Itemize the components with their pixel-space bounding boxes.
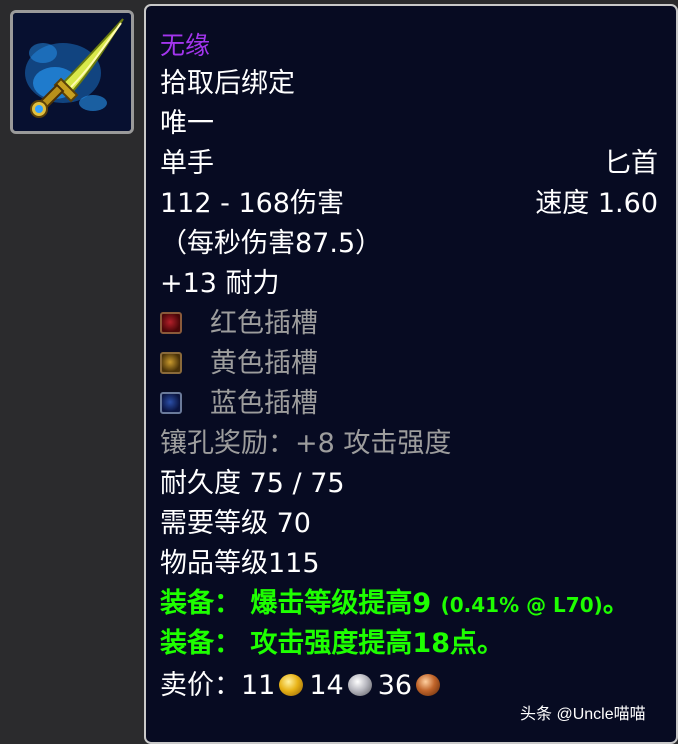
sell-silver-value: 14 <box>309 670 344 701</box>
equip-effect-ap: 装备： 攻击强度提高18点。 <box>160 624 658 664</box>
damage-text: 112 - 168伤害 <box>160 188 344 219</box>
binding-text: 拾取后绑定 <box>160 68 295 99</box>
equip1-end: 。 <box>602 588 630 619</box>
durability-text: 耐久度 75 / 75 <box>160 468 345 499</box>
stamina-text: +13 耐力 <box>160 268 280 299</box>
dps-text: （每秒伤害87.5） <box>160 228 383 259</box>
item-tooltip: 无缘 拾取后绑定 唯一 单手 匕首 112 - 168伤害 速度 1.60 （每… <box>144 4 678 744</box>
equip1-detail: (0.41% @ L70) <box>440 593 603 617</box>
copper-coin-icon <box>416 673 441 696</box>
sell-gold-value: 11 <box>241 670 276 701</box>
item-level-text: 物品等级115 <box>160 548 320 579</box>
equip1-prefix: 装备： <box>160 588 241 619</box>
red-socket-icon <box>160 311 182 334</box>
gold-coin-icon <box>279 673 304 696</box>
watermark: 头条 @Uncle喵喵 <box>520 706 646 723</box>
slot-text: 单手 <box>160 148 214 179</box>
damage-row: 112 - 168伤害 速度 1.60 <box>160 184 658 224</box>
item-icon[interactable] <box>10 10 134 134</box>
equip1-text: 爆击等级提高9 <box>250 588 432 619</box>
blue-socket-icon <box>160 391 182 414</box>
item-name: 无缘 <box>160 31 211 60</box>
socket-blue-row: 蓝色插槽 <box>160 384 658 424</box>
equip-effect-crit: 装备： 爆击等级提高9 (0.41% @ L70)。 <box>160 584 658 624</box>
socket-red-label: 红色插槽 <box>210 308 318 339</box>
socket-yellow-row: 黄色插槽 <box>160 344 658 384</box>
silver-coin-icon <box>347 673 372 696</box>
socket-bonus-text: 镶孔奖励：+8 攻击强度 <box>160 428 452 459</box>
sell-label: 卖价： <box>160 670 241 701</box>
yellow-socket-icon <box>160 351 182 374</box>
equip2-prefix: 装备： <box>160 628 241 659</box>
dagger-icon <box>13 13 131 131</box>
weapon-type-text: 匕首 <box>604 148 658 179</box>
speed-text: 速度 1.60 <box>535 188 658 219</box>
required-level-text: 需要等级 70 <box>160 508 311 539</box>
sell-copper-value: 36 <box>377 670 413 701</box>
socket-yellow-label: 黄色插槽 <box>210 348 318 379</box>
socket-red-row: 红色插槽 <box>160 304 658 344</box>
equip2-text: 攻击强度提高18点。 <box>250 628 504 659</box>
unique-text: 唯一 <box>160 108 214 139</box>
socket-blue-label: 蓝色插槽 <box>210 388 318 419</box>
slot-row: 单手 匕首 <box>160 144 658 184</box>
